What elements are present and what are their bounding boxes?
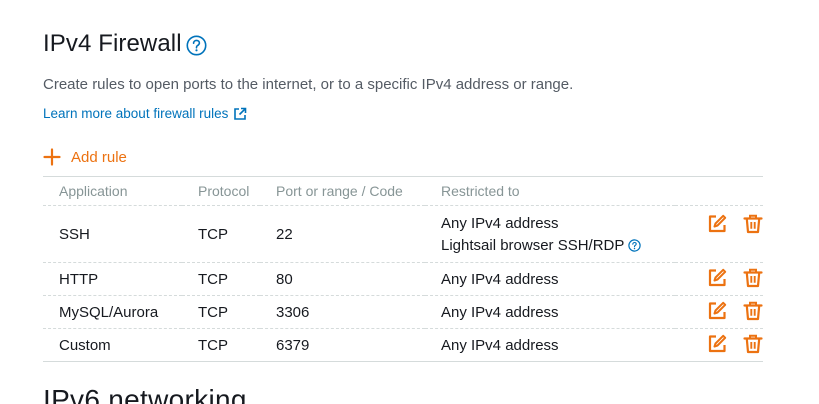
delete-icon[interactable] bbox=[743, 301, 763, 321]
delete-icon[interactable] bbox=[743, 334, 763, 354]
question-circle-icon[interactable] bbox=[186, 35, 207, 56]
cell-restricted: Any IPv4 address bbox=[425, 262, 675, 296]
edit-icon[interactable] bbox=[707, 214, 727, 234]
cell-actions bbox=[675, 262, 763, 296]
cell-application: MySQL/Aurora bbox=[43, 295, 182, 329]
edit-icon[interactable] bbox=[707, 301, 727, 321]
cell-actions bbox=[675, 205, 763, 263]
restricted-value: Any IPv4 address bbox=[441, 214, 559, 232]
column-header-application: Application bbox=[43, 176, 182, 206]
next-section-title: IPv6 networking bbox=[43, 384, 247, 404]
cell-protocol: TCP bbox=[182, 295, 260, 329]
learn-more-label: Learn more about firewall rules bbox=[43, 106, 229, 121]
table-row: HTTP TCP 80 Any IPv4 address bbox=[43, 262, 763, 296]
row-actions bbox=[691, 268, 763, 288]
firewall-rules-table: Application Protocol Port or range / Cod… bbox=[43, 176, 763, 362]
section-description: Create rules to open ports to the intern… bbox=[43, 76, 574, 93]
cell-restricted: Any IPv4 address Lightsail browser SSH/R… bbox=[425, 205, 675, 263]
cell-port: 22 bbox=[260, 205, 425, 263]
cell-protocol: TCP bbox=[182, 328, 260, 362]
table-row: SSH TCP 22 Any IPv4 address Lightsail br… bbox=[43, 205, 763, 263]
cell-application: HTTP bbox=[43, 262, 182, 296]
row-actions bbox=[691, 301, 763, 321]
restricted-extra-line: Lightsail browser SSH/RDP bbox=[441, 237, 675, 254]
table-row: MySQL/Aurora TCP 3306 Any IPv4 address bbox=[43, 295, 763, 329]
cell-protocol: TCP bbox=[182, 205, 260, 263]
add-rule-button[interactable]: Add rule bbox=[43, 148, 127, 166]
delete-icon[interactable] bbox=[743, 214, 763, 234]
cell-restricted: Any IPv4 address bbox=[425, 295, 675, 329]
column-header-restricted: Restricted to bbox=[425, 176, 675, 206]
external-link-icon bbox=[233, 107, 247, 121]
cell-application: Custom bbox=[43, 328, 182, 362]
row-actions bbox=[691, 214, 763, 234]
title-row: IPv4 Firewall bbox=[43, 30, 207, 58]
cell-port: 80 bbox=[260, 262, 425, 296]
delete-icon[interactable] bbox=[743, 268, 763, 288]
column-header-port: Port or range / Code bbox=[260, 176, 425, 206]
question-circle-icon[interactable] bbox=[628, 238, 642, 252]
column-header-actions bbox=[675, 176, 763, 206]
section-title: IPv4 Firewall bbox=[43, 30, 182, 57]
firewall-page: IPv4 Firewall Create rules to open ports… bbox=[0, 0, 819, 404]
add-rule-label: Add rule bbox=[71, 148, 127, 166]
edit-icon[interactable] bbox=[707, 268, 727, 288]
cell-restricted: Any IPv4 address bbox=[425, 328, 675, 362]
row-actions bbox=[691, 334, 763, 354]
cell-port: 3306 bbox=[260, 295, 425, 329]
table-row: Custom TCP 6379 Any IPv4 address bbox=[43, 328, 763, 362]
edit-icon[interactable] bbox=[707, 334, 727, 354]
plus-icon bbox=[43, 148, 61, 166]
learn-more-link[interactable]: Learn more about firewall rules bbox=[43, 106, 247, 121]
cell-application: SSH bbox=[43, 205, 182, 263]
cell-actions bbox=[675, 328, 763, 362]
restricted-extra-value: Lightsail browser SSH/RDP bbox=[441, 236, 625, 254]
cell-protocol: TCP bbox=[182, 262, 260, 296]
cell-port: 6379 bbox=[260, 328, 425, 362]
cell-actions bbox=[675, 295, 763, 329]
column-header-protocol: Protocol bbox=[182, 176, 260, 206]
table-header-row: Application Protocol Port or range / Cod… bbox=[43, 176, 763, 206]
